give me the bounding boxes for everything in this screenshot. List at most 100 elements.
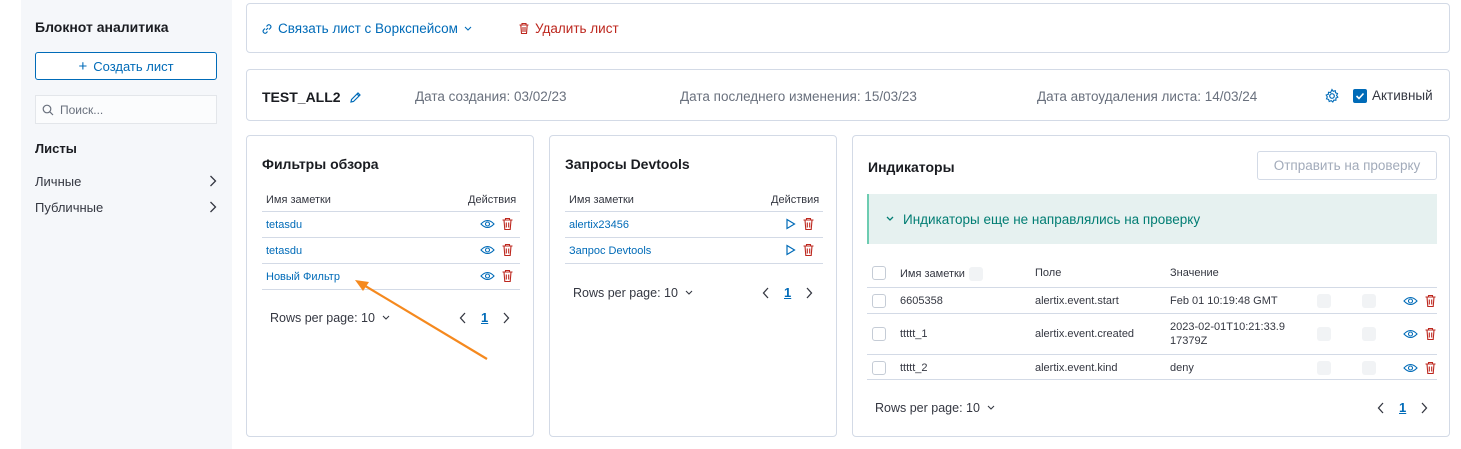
field-value: alertix.event.created (1035, 328, 1135, 340)
rows-per-page-select[interactable]: Rows per page: 10 (270, 311, 391, 325)
field-value: alertix.event.start (1035, 295, 1119, 307)
filters-card: Фильтры обзора Имя заметки Действия teta… (246, 135, 534, 437)
page-number[interactable]: 1 (1399, 400, 1406, 415)
value-cell: deny (1170, 362, 1194, 374)
table-row: alertix23456 (565, 211, 823, 237)
sidebar-item-public[interactable]: Публичные (35, 197, 217, 217)
sheet-header-panel: TEST_ALL2 Дата создания: 03/02/23 Дата п… (246, 69, 1450, 121)
eye-icon[interactable] (1403, 328, 1418, 340)
check-icon (1355, 92, 1365, 100)
chevron-down-icon (685, 290, 693, 295)
created-date: Дата создания: 03/02/23 (415, 89, 567, 104)
rows-per-page-select[interactable]: Rows per page: 10 (573, 286, 694, 300)
trash-icon[interactable] (501, 243, 514, 257)
link-icon (262, 23, 272, 34)
chevron-left-icon[interactable] (1377, 402, 1385, 414)
devtools-title: Запросы Devtools (565, 156, 690, 172)
note-link[interactable]: Запрос Devtools (569, 245, 651, 257)
trash-icon[interactable] (501, 269, 514, 283)
eye-icon[interactable] (1403, 362, 1418, 374)
select-all-checkbox[interactable] (872, 266, 886, 280)
trash-icon[interactable] (1424, 327, 1437, 341)
col-value: Значение (1170, 267, 1219, 279)
table-row: tetasdu (262, 211, 520, 237)
play-icon[interactable] (785, 218, 796, 230)
note-link[interactable]: tetasdu (266, 219, 302, 231)
col-field: Поле (1035, 267, 1062, 279)
gear-icon[interactable] (1324, 88, 1340, 104)
link-workspace-button[interactable]: Связать лист с Воркспейсом (261, 21, 473, 36)
value-cell: 2023-02-01T10:21:33.917379Z (1170, 321, 1285, 347)
chevron-right-icon[interactable] (1420, 402, 1428, 414)
table-row: Запрос Devtools (565, 237, 823, 264)
review-callout: Индикаторы еще не направлялись на провер… (867, 194, 1437, 244)
note-link[interactable]: alertix23456 (569, 219, 629, 231)
search-box (35, 95, 217, 124)
create-sheet-label: Создать лист (93, 58, 174, 74)
toolbar-panel: Связать лист с Воркспейсом Удалить лист (246, 3, 1450, 53)
eye-icon[interactable] (480, 270, 495, 282)
value-cell: Feb 01 10:19:48 GMT (1170, 295, 1278, 307)
page-number[interactable]: 1 (481, 310, 488, 325)
sheets-heading: Листы (35, 141, 77, 156)
search-input[interactable] (60, 102, 210, 117)
col-note-name-label: Имя заметки (900, 268, 965, 280)
delete-sheet-button[interactable]: Удалить лист (518, 21, 619, 36)
plus-icon: + (78, 57, 88, 75)
active-toggle[interactable]: Активный (1353, 88, 1433, 103)
row-checkbox[interactable] (872, 294, 886, 308)
row-checkbox[interactable] (872, 327, 886, 341)
link-workspace-label: Связать лист с Воркспейсом (278, 21, 458, 36)
rows-per-page-label: Rows per page: 10 (875, 401, 980, 415)
placeholder-cell (1317, 327, 1331, 341)
pencil-icon[interactable] (349, 91, 362, 104)
note-link[interactable]: tetasdu (266, 245, 302, 257)
rows-per-page-label: Rows per page: 10 (270, 311, 375, 325)
table-row: ttttt_2 alertix.event.kind deny (867, 354, 1437, 380)
filters-title: Фильтры обзора (262, 156, 379, 172)
note-name: ttttt_2 (900, 362, 928, 374)
chevron-right-icon (210, 201, 217, 213)
pagination: 1 (1377, 400, 1428, 415)
chevron-down-icon (987, 405, 995, 410)
modified-date: Дата последнего изменения: 15/03/23 (680, 89, 917, 104)
chevron-right-icon[interactable] (805, 287, 813, 299)
submit-review-button[interactable]: Отправить на проверку (1257, 151, 1437, 180)
trash-icon[interactable] (1424, 361, 1437, 375)
row-actions (1403, 327, 1437, 341)
chevron-left-icon[interactable] (762, 287, 770, 299)
eye-icon[interactable] (1403, 295, 1418, 307)
row-checkbox[interactable] (872, 361, 886, 375)
rows-per-page-select[interactable]: Rows per page: 10 (875, 401, 996, 415)
page-number[interactable]: 1 (784, 285, 791, 300)
chevron-left-icon[interactable] (459, 312, 467, 324)
trash-icon[interactable] (802, 217, 815, 231)
chevron-right-icon[interactable] (502, 312, 510, 324)
create-sheet-button[interactable]: + Создать лист (35, 52, 217, 80)
col-actions: Действия (468, 194, 517, 206)
note-link[interactable]: Новый Фильтр (266, 271, 340, 283)
note-name: 6605358 (900, 295, 943, 307)
trash-icon[interactable] (1424, 294, 1437, 308)
search-icon (42, 104, 54, 115)
table-row: 6605358 alertix.event.start Feb 01 10:19… (867, 287, 1437, 313)
table-row: tetasdu (262, 237, 520, 263)
placeholder-cell (1362, 327, 1376, 341)
trash-icon[interactable] (802, 243, 815, 257)
col-note-name: Имя заметки (266, 194, 331, 206)
row-actions (785, 243, 815, 257)
trash-icon[interactable] (501, 217, 514, 231)
active-checkbox[interactable] (1353, 88, 1367, 103)
sidebar-item-label: Публичные (35, 199, 104, 215)
table-row: ttttt_1 alertix.event.created 2023-02-01… (867, 313, 1437, 354)
indicators-title: Индикаторы (868, 159, 955, 175)
eye-icon[interactable] (480, 218, 495, 230)
eye-icon[interactable] (480, 244, 495, 256)
sidebar-item-label: Личные (35, 173, 82, 189)
play-icon[interactable] (785, 244, 796, 256)
chevron-down-icon (382, 315, 390, 320)
sheet-title: TEST_ALL2 (262, 89, 362, 105)
sidebar-item-personal[interactable]: Личные (35, 171, 217, 191)
autodelete-date: Дата автоудаления листа: 14/03/24 (1037, 89, 1258, 104)
chevron-right-icon (210, 175, 217, 187)
